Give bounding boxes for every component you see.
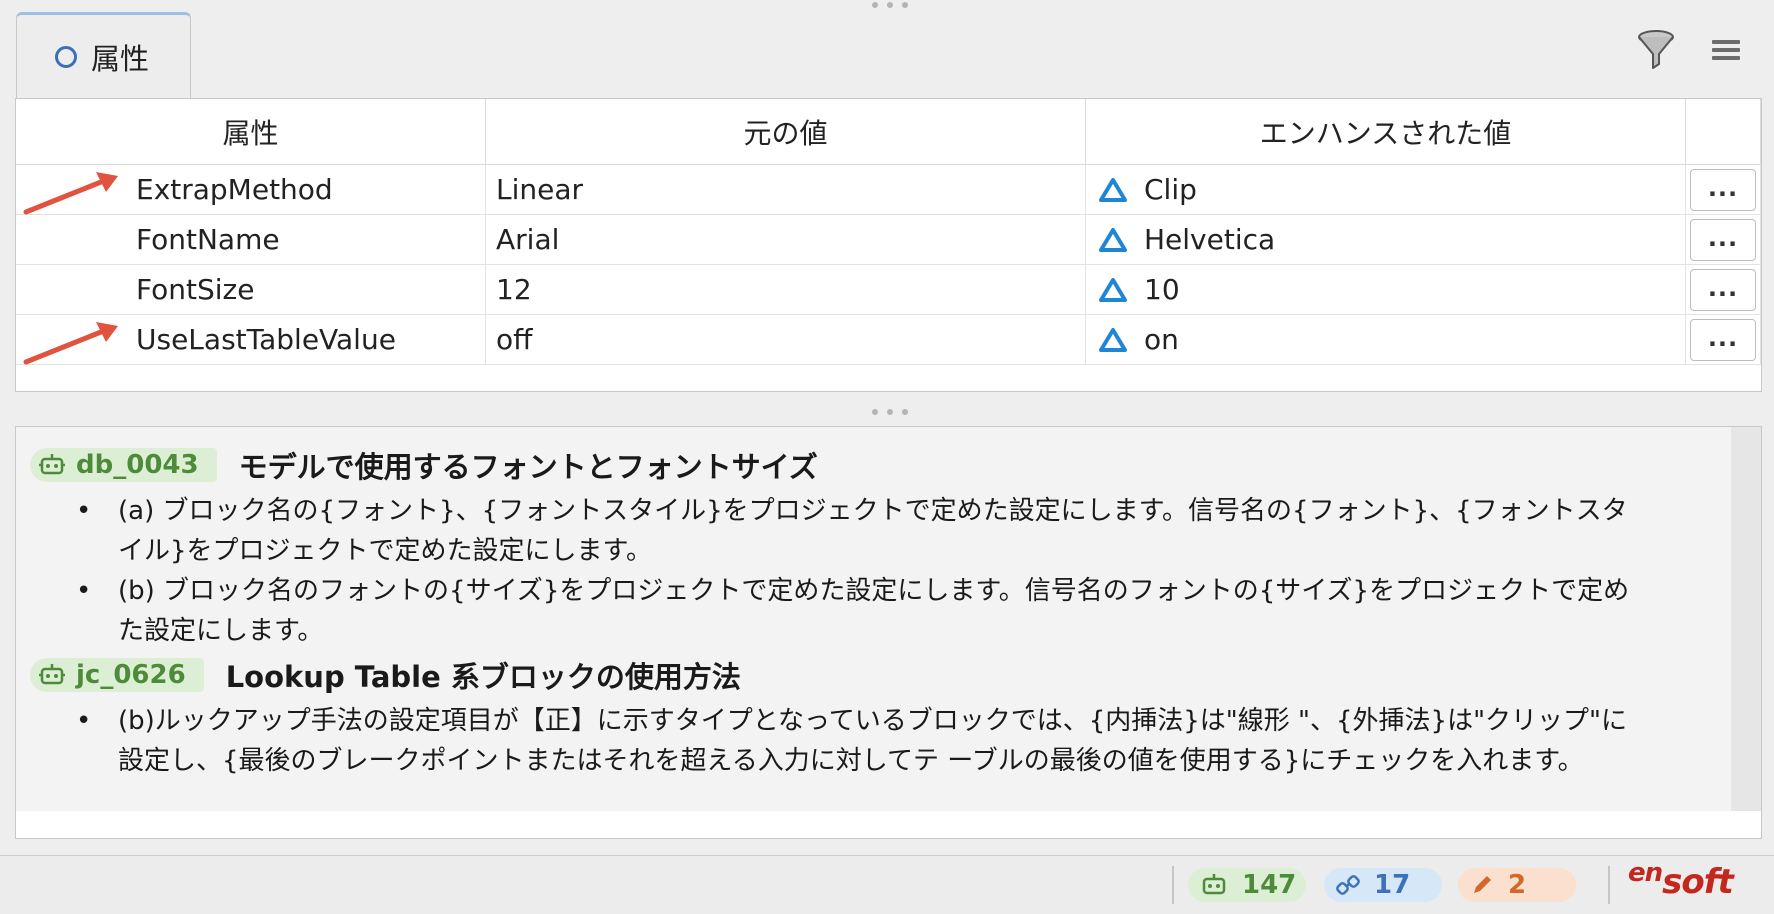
- guideline-bullets: • (a) ブロック名の{フォント}、{フォントスタイル}をプロジェクトで定めた設…: [30, 491, 1630, 651]
- list-item: • (b)ルックアップ手法の設定項目が【正】に示すタイプとなっているブロックでは、…: [30, 701, 1630, 781]
- tab-properties-label: 属性: [91, 41, 150, 76]
- guideline-id: jc_0626: [76, 660, 186, 690]
- guideline-section: jc_0626 Lookup Table 系ブロックの使用方法 • (b)ルックア…: [30, 655, 1630, 781]
- action-cell: ...: [1686, 265, 1761, 315]
- panel-resize-grip[interactable]: [872, 407, 908, 417]
- table-row[interactable]: UseLastTableValue off on ...: [16, 315, 1761, 365]
- guideline-id: db_0043: [76, 450, 199, 480]
- delta-icon: [1099, 177, 1127, 202]
- enhanced-value: Helvetica: [1144, 223, 1276, 256]
- guideline-id-badge[interactable]: db_0043: [30, 448, 217, 482]
- edits-count-badge[interactable]: 2: [1458, 868, 1576, 902]
- bullet-text: (b) ブロック名のフォントの{サイズ}をプロジェクトで定めた設定にします。信号…: [118, 576, 1630, 646]
- properties-table: 属性 元の値 エンハンスされた値 ExtrapMethod Linear Cli…: [16, 99, 1761, 365]
- property-name: FontSize: [16, 265, 486, 315]
- links-count-badge[interactable]: 17: [1324, 868, 1442, 902]
- edits-count: 2: [1508, 870, 1527, 900]
- property-name: FontName: [16, 215, 486, 265]
- guideline-header: jc_0626 Lookup Table 系ブロックの使用方法: [30, 655, 1630, 695]
- enhanced-value-cell: Clip: [1086, 165, 1686, 215]
- links-count: 17: [1374, 870, 1411, 900]
- delta-icon: [1099, 227, 1127, 252]
- delta-icon: [1099, 277, 1127, 302]
- status-divider: [1608, 866, 1610, 904]
- guideline-bullets: • (b)ルックアップ手法の設定項目が【正】に示すタイプとなっているブロックでは、…: [30, 701, 1630, 781]
- rules-count-badge[interactable]: 147: [1188, 868, 1306, 902]
- original-value: Linear: [486, 165, 1086, 215]
- enhanced-value-cell: 10: [1086, 265, 1686, 315]
- ensoft-logo: ensoft: [1628, 858, 1734, 902]
- panel-resize-grip-top[interactable]: [872, 0, 908, 10]
- table-header-row: 属性 元の値 エンハンスされた値: [16, 99, 1761, 165]
- header-property: 属性: [16, 99, 486, 165]
- vertical-scrollbar[interactable]: [1731, 427, 1761, 811]
- robot-icon: [39, 454, 65, 475]
- pencil-icon: [1474, 876, 1491, 893]
- guideline-header: db_0043 モデルで使用するフォントとフォントサイズ: [30, 445, 1630, 485]
- action-cell: ...: [1686, 215, 1761, 265]
- list-item: • (a) ブロック名の{フォント}、{フォントスタイル}をプロジェクトで定めた設…: [30, 491, 1630, 571]
- panel-tools: [1636, 28, 1740, 72]
- guideline-title: Lookup Table 系ブロックの使用方法: [225, 660, 741, 694]
- status-bar: 147 17 2 ensoft: [0, 855, 1774, 914]
- header-action: [1686, 99, 1761, 165]
- action-cell: ...: [1686, 315, 1761, 365]
- funnel-filter-icon[interactable]: [1636, 28, 1676, 72]
- edit-button[interactable]: ...: [1690, 168, 1756, 211]
- edit-button[interactable]: ...: [1690, 268, 1756, 311]
- link-icon: [1336, 875, 1360, 895]
- guideline-content: db_0043 モデルで使用するフォントとフォントサイズ • (a) ブロック名の…: [16, 427, 1731, 811]
- tab-properties[interactable]: 属性: [16, 12, 191, 98]
- red-arrow-icon: [23, 172, 118, 215]
- guideline-panel: db_0043 モデルで使用するフォントとフォントサイズ • (a) ブロック名の…: [15, 426, 1762, 839]
- robot-icon: [39, 664, 65, 685]
- enhanced-value-cell: on: [1086, 315, 1686, 365]
- action-cell: ...: [1686, 165, 1761, 215]
- circle-icon: [55, 45, 77, 68]
- table-row[interactable]: FontName Arial Helvetica ...: [16, 215, 1761, 265]
- rules-count: 147: [1242, 870, 1297, 900]
- enhanced-value: 10: [1144, 273, 1180, 306]
- original-value: Arial: [486, 215, 1086, 265]
- list-item: • (b) ブロック名のフォントの{サイズ}をプロジェクトで定めた設定にします。信…: [30, 571, 1630, 651]
- edit-button[interactable]: ...: [1690, 218, 1756, 261]
- guideline-title: モデルで使用するフォントとフォントサイズ: [238, 450, 818, 484]
- status-divider: [1172, 866, 1174, 904]
- header-original-value: 元の値: [486, 99, 1086, 165]
- menu-icon[interactable]: [1712, 40, 1740, 60]
- original-value: 12: [486, 265, 1086, 315]
- robot-icon: [1202, 874, 1226, 895]
- red-arrow-icon: [23, 322, 118, 365]
- table-row[interactable]: ExtrapMethod Linear Clip ...: [16, 165, 1761, 215]
- enhanced-value: on: [1144, 323, 1179, 356]
- bullet-text: (b)ルックアップ手法の設定項目が【正】に示すタイプとなっているブロックでは、{…: [118, 706, 1627, 776]
- guideline-section: db_0043 モデルで使用するフォントとフォントサイズ • (a) ブロック名の…: [30, 445, 1630, 651]
- enhanced-value: Clip: [1144, 173, 1197, 206]
- edit-button[interactable]: ...: [1690, 318, 1756, 361]
- table-row[interactable]: FontSize 12 10 ...: [16, 265, 1761, 315]
- header-enhanced-value: エンハンスされた値: [1086, 99, 1686, 165]
- original-value: off: [486, 315, 1086, 365]
- guideline-id-badge[interactable]: jc_0626: [30, 658, 204, 692]
- delta-icon: [1099, 327, 1127, 352]
- properties-table-panel: 属性 元の値 エンハンスされた値 ExtrapMethod Linear Cli…: [15, 98, 1762, 392]
- bullet-text: (a) ブロック名の{フォント}、{フォントスタイル}をプロジェクトで定めた設定…: [118, 496, 1628, 566]
- enhanced-value-cell: Helvetica: [1086, 215, 1686, 265]
